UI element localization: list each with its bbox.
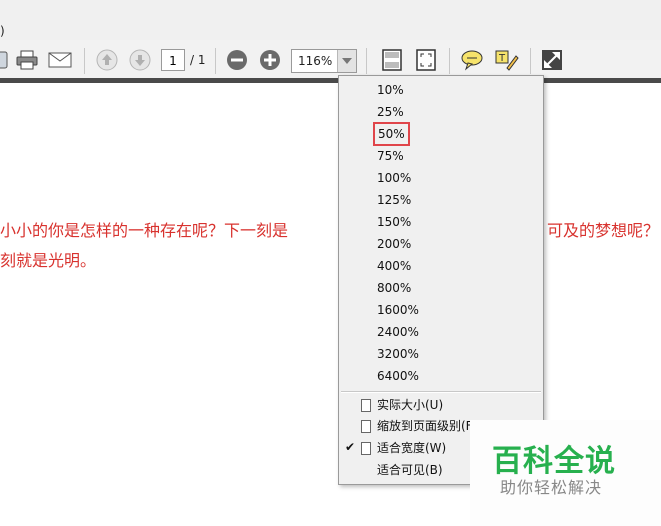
printer-icon [16,50,38,70]
menu-item-fit-visible[interactable]: 适合可见(B) [377,462,443,478]
watermark-slogan: 助你轻松解决 [500,478,603,497]
fit-width-icon [416,49,436,71]
zoom-option-2400[interactable]: 2400% [377,324,419,340]
toolbar-separator [366,48,367,74]
document-text-line-1a: 小小的你是怎样的一种存在呢？下一刻是 [0,221,289,240]
menu-item-actual-size[interactable]: 实际大小(U) [377,397,443,413]
envelope-icon [48,52,72,68]
next-page-button[interactable] [127,48,153,72]
comment-button[interactable] [459,48,485,72]
zoom-level-value: 116% [298,54,333,68]
toolbar-separator [215,48,216,74]
minus-circle-icon [227,50,247,70]
highlight-text-button[interactable]: T [493,48,519,72]
fit-width-button[interactable] [413,48,439,72]
zoom-option-3200[interactable]: 3200% [377,346,419,362]
page-total-label: / 1 [190,53,206,67]
zoom-option-25[interactable]: 25% [377,104,404,120]
actual-size-icon [361,399,371,412]
menu-item-zoom-to-page-level[interactable]: 缩放到页面级别(F) [377,418,477,434]
arrow-up-circle-icon [96,49,118,71]
toolbar-separator [84,48,85,74]
zoom-option-6400[interactable]: 6400% [377,368,419,384]
zoom-option-150[interactable]: 150% [377,214,411,230]
document-text-line-1b: 可及的梦想呢？ [547,221,660,240]
chevron-down-icon [342,58,352,64]
page-number-input[interactable]: 1 [161,49,185,71]
toolbar-separator [530,48,531,74]
zoom-option-100[interactable]: 100% [377,170,411,186]
fit-page-icon [382,49,402,71]
full-screen-button[interactable] [539,48,565,72]
highlighter-icon: T [495,50,519,71]
zoom-option-200[interactable]: 200% [377,236,411,252]
fit-page-level-icon [361,420,371,433]
email-button[interactable] [47,48,73,72]
arrow-down-circle-icon [129,49,151,71]
zoom-level-select[interactable]: 116% [291,49,357,73]
print-button[interactable] [14,48,40,72]
zoom-option-50[interactable]: 50% [373,122,410,146]
expand-icon [542,50,562,70]
zoom-in-button[interactable] [257,48,283,72]
toolbar-divider [0,78,661,83]
menu-item-fit-width[interactable]: 适合宽度(W) [377,440,446,456]
fit-width-menu-icon [361,442,371,455]
zoom-option-125[interactable]: 125% [377,192,411,208]
plus-circle-icon [260,50,280,70]
menu-separator [341,391,541,393]
fit-page-button[interactable] [379,48,405,72]
svg-text:T: T [498,53,506,64]
speech-bubble-icon [461,50,483,71]
menu-bar: ) [0,0,661,41]
toolbar-separator [449,48,450,74]
save-icon[interactable] [0,48,12,72]
zoom-option-1600[interactable]: 1600% [377,302,419,318]
zoom-option-75[interactable]: 75% [377,148,404,164]
checkmark-icon: ✔ [345,440,356,454]
document-text-line-2: 刻就是光明。 [0,251,97,270]
zoom-out-button[interactable] [224,48,250,72]
zoom-option-400[interactable]: 400% [377,258,411,274]
menu-bar-cut-text: ) [0,24,5,38]
zoom-option-800[interactable]: 800% [377,280,411,296]
zoom-option-10[interactable]: 10% [377,82,404,98]
previous-page-button[interactable] [94,48,120,72]
zoom-dropdown-arrow[interactable] [337,50,356,72]
